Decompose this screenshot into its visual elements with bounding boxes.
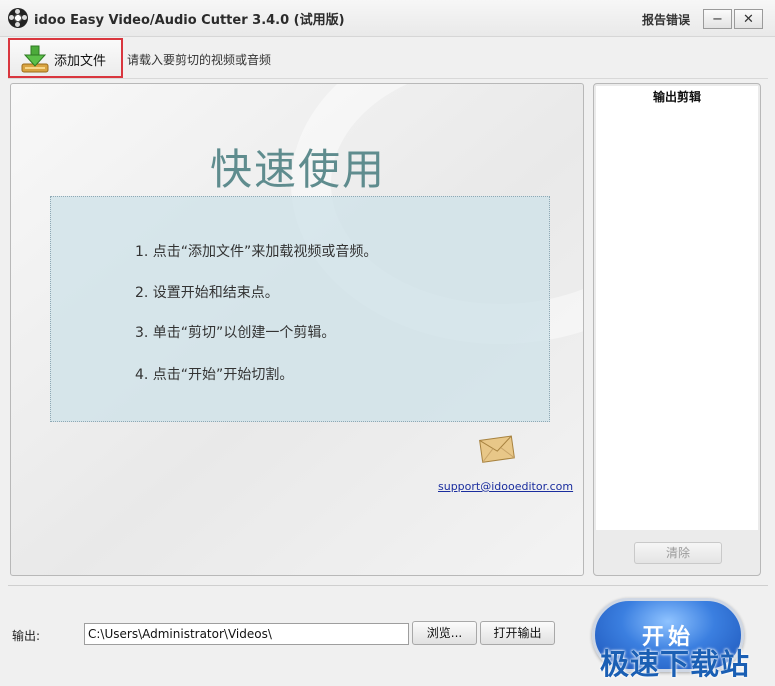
download-arrow-icon xyxy=(21,45,49,73)
add-file-label: 添加文件 xyxy=(54,54,107,69)
clear-button[interactable]: 清除 xyxy=(634,542,722,564)
minimize-button[interactable]: − xyxy=(703,9,732,29)
add-file-button[interactable]: 添加文件 xyxy=(8,38,123,78)
support-email-link[interactable]: support@idooeditor.com xyxy=(438,480,573,493)
envelope-icon xyxy=(479,435,515,463)
output-clips-list[interactable]: 输出剪辑 xyxy=(596,86,758,530)
divider xyxy=(8,585,768,586)
close-button[interactable]: ✕ xyxy=(734,9,763,29)
step-4: 4. 点击“开始”开始切割。 xyxy=(135,367,294,383)
watermark: 极速下载站 xyxy=(600,647,751,681)
output-clips-panel: 输出剪辑 清除 xyxy=(593,83,761,576)
quick-start-panel: 快速使用 1. 点击“添加文件”来加载视频或音频。 2. 设置开始和结束点。 3… xyxy=(10,83,584,576)
step-1: 1. 点击“添加文件”来加载视频或音频。 xyxy=(135,244,378,260)
steps-box: 1. 点击“添加文件”来加载视频或音频。 2. 设置开始和结束点。 3. 单击“… xyxy=(50,196,550,422)
title-bar: idoo Easy Video/Audio Cutter 3.4.0 (试用版)… xyxy=(0,0,775,37)
open-output-button[interactable]: 打开输出 xyxy=(480,621,555,645)
window-title: idoo Easy Video/Audio Cutter 3.4.0 (试用版) xyxy=(34,13,345,28)
output-path-input[interactable] xyxy=(84,623,409,645)
toolbar-hint: 请载入要剪切的视频或音频 xyxy=(127,53,272,67)
film-reel-icon xyxy=(8,8,28,28)
output-label: 输出: xyxy=(12,629,41,643)
browse-button[interactable]: 浏览... xyxy=(412,621,477,645)
output-clips-title: 输出剪辑 xyxy=(652,90,701,104)
report-error-link[interactable]: 报告错误 xyxy=(642,11,690,28)
quick-start-title: 快速使用 xyxy=(209,145,386,194)
step-3: 3. 单击“剪切”以创建一个剪辑。 xyxy=(135,325,336,341)
step-2: 2. 设置开始和结束点。 xyxy=(135,285,279,301)
